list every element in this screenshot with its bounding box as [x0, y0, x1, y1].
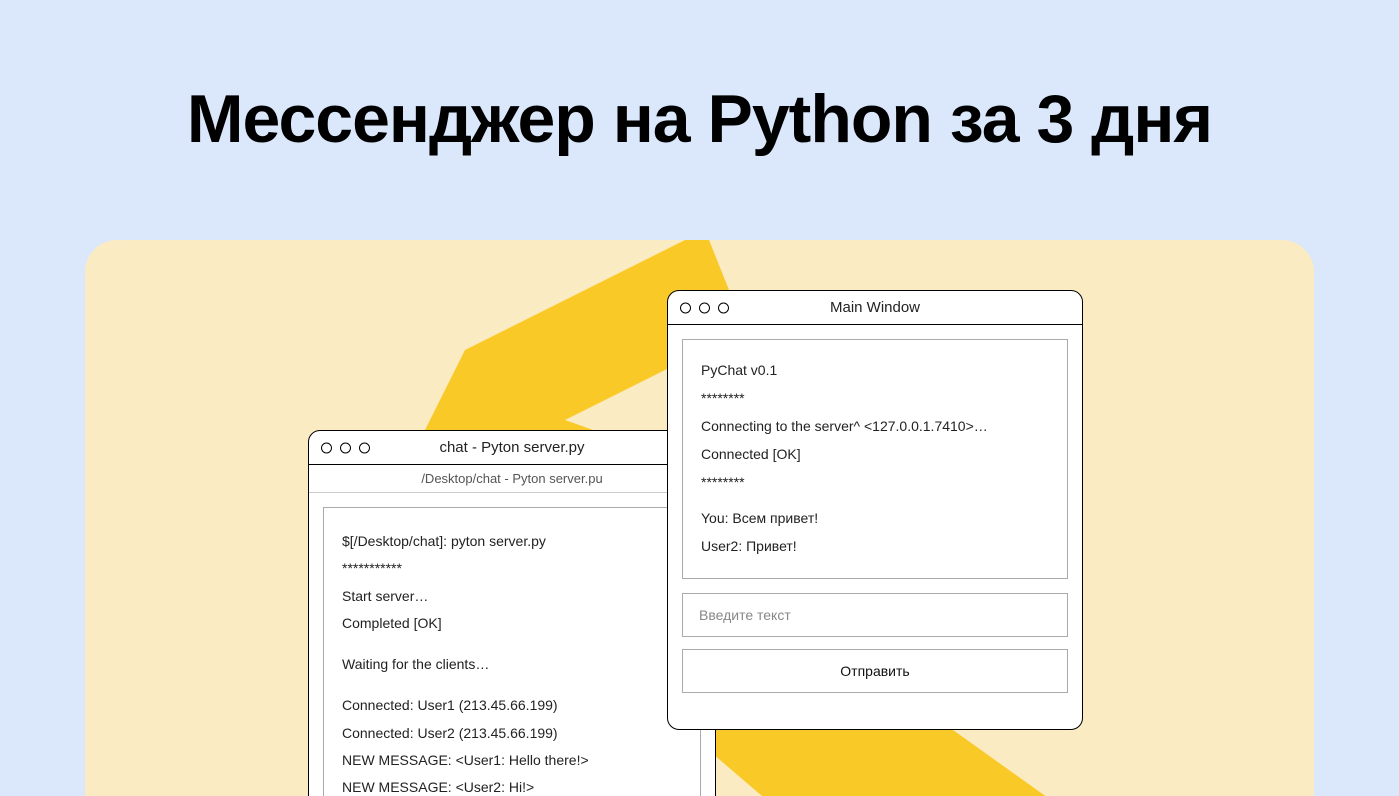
page-headline: Мессенджер на Python за 3 дня [85, 80, 1314, 158]
message-input-placeholder: Введите текст [699, 607, 791, 623]
server-window: chat - Pyton server.py /Desktop/chat - P… [308, 430, 716, 796]
chat-line: ******** [701, 384, 1049, 412]
close-icon[interactable] [321, 442, 332, 453]
chat-line: User2: Привет! [701, 532, 1049, 560]
send-button[interactable]: Отправить [682, 649, 1068, 693]
chat-line: Connecting to the server^ <127.0.0.1.741… [701, 412, 1049, 440]
client-window: Main Window PyChat v0.1 ******** Connect… [667, 290, 1083, 730]
server-path-label: /Desktop/chat - Pyton server.pu [309, 465, 715, 493]
maximize-icon[interactable] [718, 302, 729, 313]
server-titlebar: chat - Pyton server.py [309, 431, 715, 465]
minimize-icon[interactable] [699, 302, 710, 313]
chat-line: ******** [701, 468, 1049, 496]
server-window-title: chat - Pyton server.py [439, 439, 584, 456]
window-controls[interactable] [321, 442, 370, 453]
message-input[interactable]: Введите текст [682, 593, 1068, 637]
terminal-line: Start server… [342, 583, 682, 610]
terminal-line: NEW MESSAGE: <User2: Hi!> [342, 774, 682, 796]
terminal-line: *********** [342, 555, 682, 582]
close-icon[interactable] [680, 302, 691, 313]
chat-log: PyChat v0.1 ******** Connecting to the s… [682, 339, 1068, 579]
server-terminal-output: $[/Desktop/chat]: pyton server.py ******… [323, 507, 701, 796]
chat-line: Connected [OK] [701, 440, 1049, 468]
client-window-title: Main Window [830, 299, 920, 316]
illustration-canvas: chat - Pyton server.py /Desktop/chat - P… [85, 240, 1314, 796]
maximize-icon[interactable] [359, 442, 370, 453]
client-titlebar: Main Window [668, 291, 1082, 325]
terminal-line: Connected: User2 (213.45.66.199) [342, 720, 682, 747]
send-button-label: Отправить [840, 663, 909, 679]
terminal-line: Waiting for the clients… [342, 651, 682, 678]
terminal-line: NEW MESSAGE: <User1: Hello there!> [342, 747, 682, 774]
window-controls[interactable] [680, 302, 729, 313]
terminal-line: $[/Desktop/chat]: pyton server.py [342, 528, 682, 555]
minimize-icon[interactable] [340, 442, 351, 453]
chat-line: You: Всем привет! [701, 504, 1049, 532]
terminal-line: Connected: User1 (213.45.66.199) [342, 692, 682, 719]
chat-line: PyChat v0.1 [701, 356, 1049, 384]
terminal-line: Completed [OK] [342, 610, 682, 637]
